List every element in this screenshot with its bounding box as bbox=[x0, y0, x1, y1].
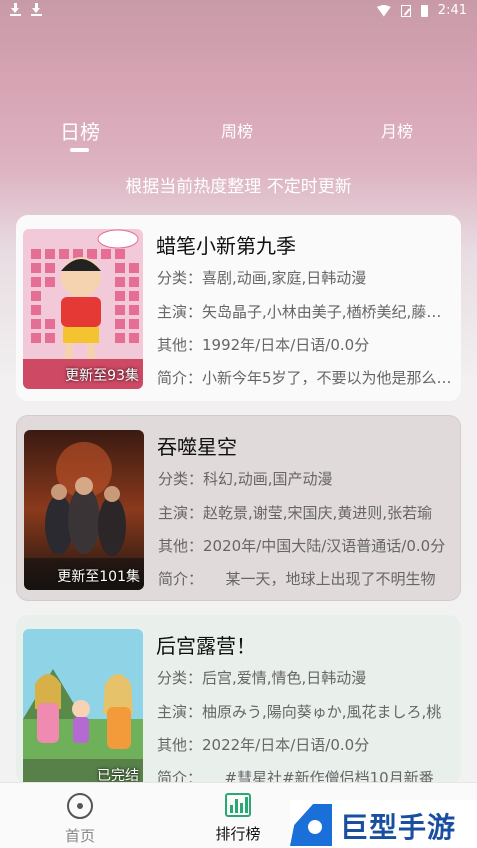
show-title: 后宫露营！ bbox=[156, 634, 256, 658]
show-cast: 主演：矢岛晶子,小林由美子,楢桥美纪,藤原启治 bbox=[157, 303, 453, 321]
tab-weekly[interactable]: 周榜 bbox=[221, 118, 253, 142]
nav-ranking-label: 排行榜 bbox=[215, 825, 261, 843]
show-cast: 主演：赵乾景,谢莹,宋国庆,黄进则,张若瑜 bbox=[158, 504, 433, 522]
show-cast: 主演：柚原みう,陽向葵ゅか,風花ましろ,桃 bbox=[157, 703, 442, 721]
show-genre: 分类：喜剧,动画,家庭,日韩动漫 bbox=[157, 269, 367, 287]
list-item[interactable]: 已完结 后宫露营！ 分类：后宫,爱情,情色,日韩动漫 主演：柚原みう,陽向葵ゅか… bbox=[16, 615, 461, 785]
episode-badge: 更新至101集 bbox=[57, 569, 140, 585]
ranking-chart-icon bbox=[225, 793, 251, 817]
watermark-text: 巨型手游网 bbox=[340, 811, 457, 844]
show-other: 其他：1992年/日本/日语/0.0分 bbox=[157, 336, 370, 354]
show-intro: 简介：小新今年5岁了，不要以为他是那么单纯 bbox=[157, 369, 453, 387]
nav-home[interactable]: 首页 bbox=[54, 793, 106, 846]
download-icon bbox=[10, 3, 21, 16]
ranking-tabs: 日榜 周榜 月榜 bbox=[0, 112, 477, 162]
battery-icon bbox=[420, 4, 428, 17]
ranking-subtitle: 根据当前热度整理 不定时更新 bbox=[125, 177, 352, 197]
tab-indicator bbox=[70, 148, 89, 152]
show-other: 其他：2020年/中国大陆/汉语普通话/0.0分 bbox=[158, 537, 446, 555]
list-item[interactable]: 更新至93集 蜡笔小新第九季 分类：喜剧,动画,家庭,日韩动漫 主演：矢岛晶子,… bbox=[16, 215, 461, 401]
poster-image: 更新至101集 bbox=[24, 430, 144, 590]
download-icon bbox=[31, 3, 42, 16]
nav-ranking[interactable]: 排行榜 bbox=[212, 793, 264, 844]
tab-monthly[interactable]: 月榜 bbox=[381, 118, 413, 142]
watermark-logo-icon bbox=[290, 804, 332, 846]
show-intro: 简介： 某一天，地球上出现了不明生物 bbox=[158, 570, 436, 588]
show-genre: 分类：科幻,动画,国产动漫 bbox=[158, 470, 333, 488]
status-time: 2:41 bbox=[437, 3, 467, 18]
wifi-icon bbox=[376, 4, 391, 17]
site-watermark: 巨型手游网 bbox=[290, 800, 477, 848]
list-item[interactable]: 更新至101集 吞噬星空 分类：科幻,动画,国产动漫 主演：赵乾景,谢莹,宋国庆… bbox=[16, 415, 461, 601]
film-reel-icon bbox=[67, 793, 93, 819]
show-genre: 分类：后宫,爱情,情色,日韩动漫 bbox=[157, 669, 367, 687]
show-other: 其他：2022年/日本/日语/0.0分 bbox=[157, 736, 370, 754]
poster-image: 更新至93集 bbox=[23, 229, 143, 389]
poster-image: 已完结 bbox=[23, 629, 143, 785]
nav-home-label: 首页 bbox=[64, 827, 95, 845]
status-bar: 2:41 bbox=[0, 0, 477, 22]
no-sim-icon bbox=[400, 4, 411, 17]
tab-daily[interactable]: 日榜 bbox=[60, 116, 100, 145]
show-title: 蜡笔小新第九季 bbox=[156, 234, 296, 258]
show-title: 吞噬星空 bbox=[157, 435, 237, 459]
episode-badge: 更新至93集 bbox=[65, 368, 139, 384]
